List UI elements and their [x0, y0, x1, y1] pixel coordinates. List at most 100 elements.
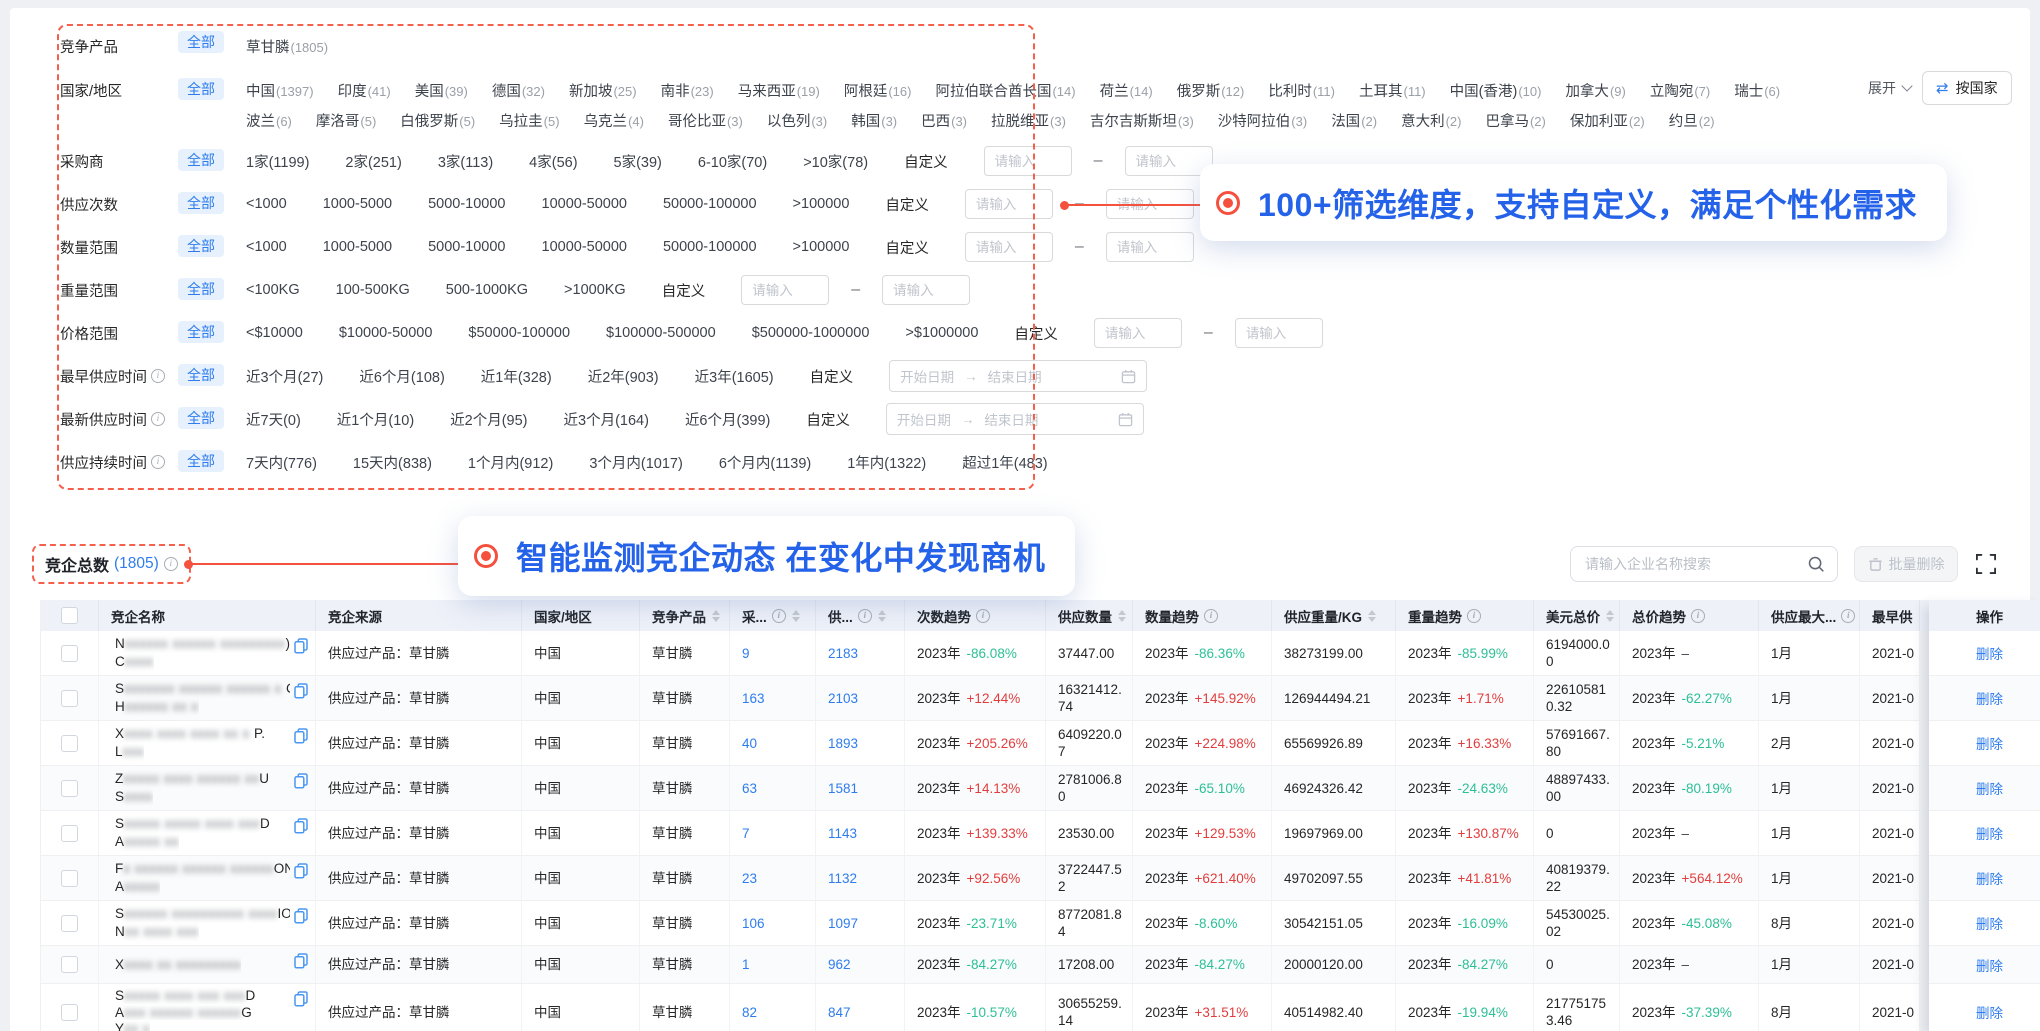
cell-count[interactable]: 2103	[816, 676, 905, 720]
row-checkbox[interactable]	[61, 1004, 78, 1021]
filter-option[interactable]: 4家(56)	[529, 151, 577, 172]
filter-option[interactable]: 10000-50000	[542, 239, 627, 255]
filter-option[interactable]: 马来西亚(19)	[738, 80, 820, 101]
filter-option[interactable]: >1000KG	[564, 282, 626, 298]
filter-option[interactable]: 超过1年(483)	[962, 452, 1047, 473]
copy-icon[interactable]	[294, 953, 308, 969]
filter-option[interactable]: 荷兰(14)	[1100, 80, 1153, 101]
copy-icon[interactable]	[294, 683, 308, 699]
copy-icon[interactable]	[294, 991, 308, 1007]
filter-option[interactable]: 保加利亚(2)	[1570, 110, 1645, 131]
custom-option[interactable]: 自定义	[885, 237, 929, 258]
filter-option[interactable]: 乌克兰(4)	[584, 110, 644, 131]
filter-option[interactable]: 瑞士(6)	[1734, 80, 1780, 101]
filter-option[interactable]: 6个月内(1139)	[719, 452, 811, 473]
filter-option[interactable]: <1000	[246, 239, 287, 255]
filter-option[interactable]: 拉脱维亚(3)	[991, 110, 1066, 131]
filter-all-chip-latest-supply-time[interactable]: 全部	[178, 407, 224, 429]
filter-all-chip-supply-count[interactable]: 全部	[178, 192, 224, 214]
filter-option[interactable]: 波兰(6)	[246, 110, 292, 131]
select-all-checkbox[interactable]	[61, 607, 78, 624]
cell-buyers[interactable]: 106	[730, 901, 816, 945]
by-country-button[interactable]: ⇄ 按国家	[1922, 71, 2012, 105]
sort-icon[interactable]	[1118, 610, 1126, 622]
filter-option[interactable]: 15天内(838)	[353, 452, 432, 473]
delete-row-link[interactable]: 删除	[1929, 766, 2040, 811]
filter-option[interactable]: 阿根廷(16)	[844, 80, 912, 101]
search-icon[interactable]	[1807, 555, 1825, 573]
sort-icon[interactable]	[1368, 610, 1376, 622]
filter-option[interactable]: 巴西(3)	[921, 110, 967, 131]
cell-buyers[interactable]: 9	[730, 631, 816, 675]
filter-option[interactable]: 2家(251)	[345, 151, 401, 172]
filter-option[interactable]: 5000-10000	[428, 196, 505, 212]
custom-max-input[interactable]	[1106, 232, 1194, 262]
filter-option[interactable]: 100-500KG	[336, 282, 410, 298]
filter-option[interactable]: 草甘膦(1805)	[246, 36, 328, 57]
filter-option[interactable]: 500-1000KG	[446, 282, 528, 298]
filter-option[interactable]: 近3个月(27)	[246, 366, 323, 387]
company-search-input[interactable]	[1583, 555, 1807, 573]
cell-buyers[interactable]: 1	[730, 946, 816, 983]
filter-option[interactable]: 美国(39)	[415, 80, 468, 101]
custom-option[interactable]: 自定义	[885, 194, 929, 215]
filter-option[interactable]: 1000-5000	[323, 196, 392, 212]
filter-all-chip-supply-duration[interactable]: 全部	[178, 450, 224, 472]
filter-option[interactable]: 近6个月(108)	[359, 366, 444, 387]
cell-buyers[interactable]: 163	[730, 676, 816, 720]
cell-count[interactable]: 962	[816, 946, 905, 983]
filter-option[interactable]: 南非(23)	[661, 80, 714, 101]
filter-all-chip-competing-product[interactable]: 全部	[178, 31, 224, 53]
row-checkbox[interactable]	[61, 870, 78, 887]
custom-option[interactable]: 自定义	[810, 366, 854, 387]
custom-option[interactable]: 自定义	[904, 151, 948, 172]
column-header-qty[interactable]: 供应数量	[1046, 600, 1133, 631]
custom-min-input[interactable]	[965, 189, 1053, 219]
filter-option[interactable]: 近6个月(399)	[685, 409, 770, 430]
filter-option[interactable]: 意大利(2)	[1401, 110, 1461, 131]
delete-row-link[interactable]: 删除	[1929, 946, 2040, 984]
filter-option[interactable]: 法国(2)	[1331, 110, 1377, 131]
cell-buyers[interactable]: 63	[730, 766, 816, 810]
cell-count[interactable]: 1581	[816, 766, 905, 810]
row-checkbox[interactable]	[61, 645, 78, 662]
filter-option[interactable]: 比利时(11)	[1268, 80, 1335, 101]
filter-option[interactable]: 哥伦比亚(3)	[668, 110, 743, 131]
custom-max-input[interactable]	[1125, 146, 1213, 176]
row-checkbox[interactable]	[61, 956, 78, 973]
batch-delete-button[interactable]: 批量删除	[1854, 546, 1958, 582]
filter-option[interactable]: 中国(香港)(10)	[1450, 80, 1542, 101]
filter-option[interactable]: 近1个月(10)	[337, 409, 414, 430]
filter-option[interactable]: 韩国(3)	[851, 110, 897, 131]
filter-option[interactable]: 5000-10000	[428, 239, 505, 255]
filter-option[interactable]: $500000-1000000	[752, 325, 870, 341]
filter-all-chip-weight-range[interactable]: 全部	[178, 278, 224, 300]
filter-option[interactable]: $100000-500000	[606, 325, 716, 341]
filter-option[interactable]: >$1000000	[905, 325, 978, 341]
filter-option[interactable]: 阿拉伯联合酋长国(14)	[935, 80, 1075, 101]
filter-option[interactable]: 俄罗斯(12)	[1177, 80, 1245, 101]
row-checkbox[interactable]	[61, 735, 78, 752]
custom-min-input[interactable]	[984, 146, 1072, 176]
custom-option[interactable]: 自定义	[662, 280, 706, 301]
filter-all-chip-country-region[interactable]: 全部	[178, 78, 224, 100]
custom-max-input[interactable]	[882, 275, 970, 305]
copy-icon[interactable]	[294, 863, 308, 879]
copy-icon[interactable]	[294, 818, 308, 834]
filter-option[interactable]: 吉尔吉斯斯坦(3)	[1090, 110, 1194, 131]
cell-buyers[interactable]: 23	[730, 856, 816, 900]
delete-row-link[interactable]: 删除	[1929, 631, 2040, 676]
delete-row-link[interactable]: 删除	[1929, 676, 2040, 721]
sort-icon[interactable]	[712, 610, 720, 622]
cell-buyers[interactable]: 7	[730, 811, 816, 855]
filter-option[interactable]: >10家(78)	[803, 151, 868, 172]
custom-min-input[interactable]	[965, 232, 1053, 262]
column-header-buyers[interactable]: 采...i	[730, 600, 816, 631]
filter-all-chip-price-range[interactable]: 全部	[178, 321, 224, 343]
date-range-picker[interactable]: 开始日期→结束日期	[886, 403, 1144, 435]
sort-icon[interactable]	[878, 610, 886, 622]
custom-min-input[interactable]	[1094, 318, 1182, 348]
row-checkbox[interactable]	[61, 915, 78, 932]
delete-row-link[interactable]: 删除	[1929, 811, 2040, 856]
date-range-picker[interactable]: 开始日期→结束日期	[889, 360, 1147, 392]
